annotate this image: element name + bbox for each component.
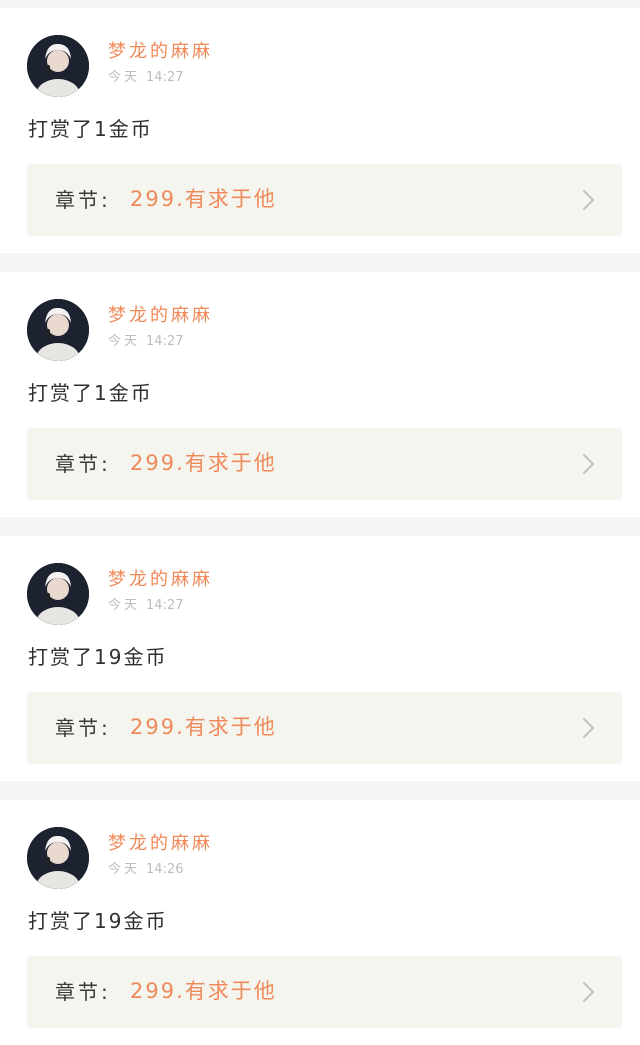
chevron-right-icon — [582, 453, 595, 475]
chevron-right-icon — [582, 717, 595, 739]
chapter-label: 章节: — [55, 188, 111, 212]
reward-card: 梦龙的麻麻 今天 14:27 打赏了19金币 章节: 299.有求于他 — [0, 536, 640, 781]
chevron-right-icon — [582, 189, 595, 211]
chapter-label: 章节: — [55, 716, 111, 740]
reward-card: 梦龙的麻麻 今天 14:27 打赏了1金币 章节: 299.有求于他 — [0, 272, 640, 517]
chapter-title: 299.有求于他 — [130, 187, 277, 211]
reward-text: 打赏了1金币 — [28, 117, 153, 141]
avatar[interactable] — [27, 299, 89, 361]
timestamp: 今天 14:26 — [108, 861, 183, 879]
avatar[interactable] — [27, 827, 89, 889]
timestamp: 今天 14:27 — [108, 333, 183, 351]
chapter-link[interactable]: 章节: 299.有求于他 — [27, 956, 622, 1028]
timestamp-time: 14:26 — [146, 862, 184, 877]
reward-card: 梦龙的麻麻 今天 14:26 打赏了19金币 章节: 299.有求于他 — [0, 800, 640, 1045]
timestamp-day: 今天 — [108, 70, 141, 85]
timestamp-day: 今天 — [108, 862, 141, 877]
avatar[interactable] — [27, 563, 89, 625]
reward-feed: 梦龙的麻麻 今天 14:27 打赏了1金币 章节: 299.有求于他 梦龙的麻麻 … — [0, 0, 640, 1045]
timestamp-day: 今天 — [108, 598, 141, 613]
avatar[interactable] — [27, 35, 89, 97]
username[interactable]: 梦龙的麻麻 — [108, 568, 213, 592]
chevron-right-icon — [582, 981, 595, 1003]
chapter-link[interactable]: 章节: 299.有求于他 — [27, 428, 622, 500]
reward-text: 打赏了19金币 — [28, 645, 168, 669]
reward-card: 梦龙的麻麻 今天 14:27 打赏了1金币 章节: 299.有求于他 — [0, 8, 640, 253]
chapter-title: 299.有求于他 — [130, 451, 277, 475]
timestamp-day: 今天 — [108, 334, 141, 349]
timestamp-time: 14:27 — [146, 598, 184, 613]
username[interactable]: 梦龙的麻麻 — [108, 304, 213, 328]
timestamp-time: 14:27 — [146, 70, 184, 85]
chapter-label: 章节: — [55, 980, 111, 1004]
timestamp: 今天 14:27 — [108, 597, 183, 615]
chapter-link[interactable]: 章节: 299.有求于他 — [27, 692, 622, 764]
chapter-title: 299.有求于他 — [130, 715, 277, 739]
reward-text: 打赏了1金币 — [28, 381, 153, 405]
chapter-title: 299.有求于他 — [130, 979, 277, 1003]
chapter-label: 章节: — [55, 452, 111, 476]
username[interactable]: 梦龙的麻麻 — [108, 40, 213, 64]
chapter-link[interactable]: 章节: 299.有求于他 — [27, 164, 622, 236]
timestamp: 今天 14:27 — [108, 69, 183, 87]
timestamp-time: 14:27 — [146, 334, 184, 349]
reward-text: 打赏了19金币 — [28, 909, 168, 933]
username[interactable]: 梦龙的麻麻 — [108, 832, 213, 856]
